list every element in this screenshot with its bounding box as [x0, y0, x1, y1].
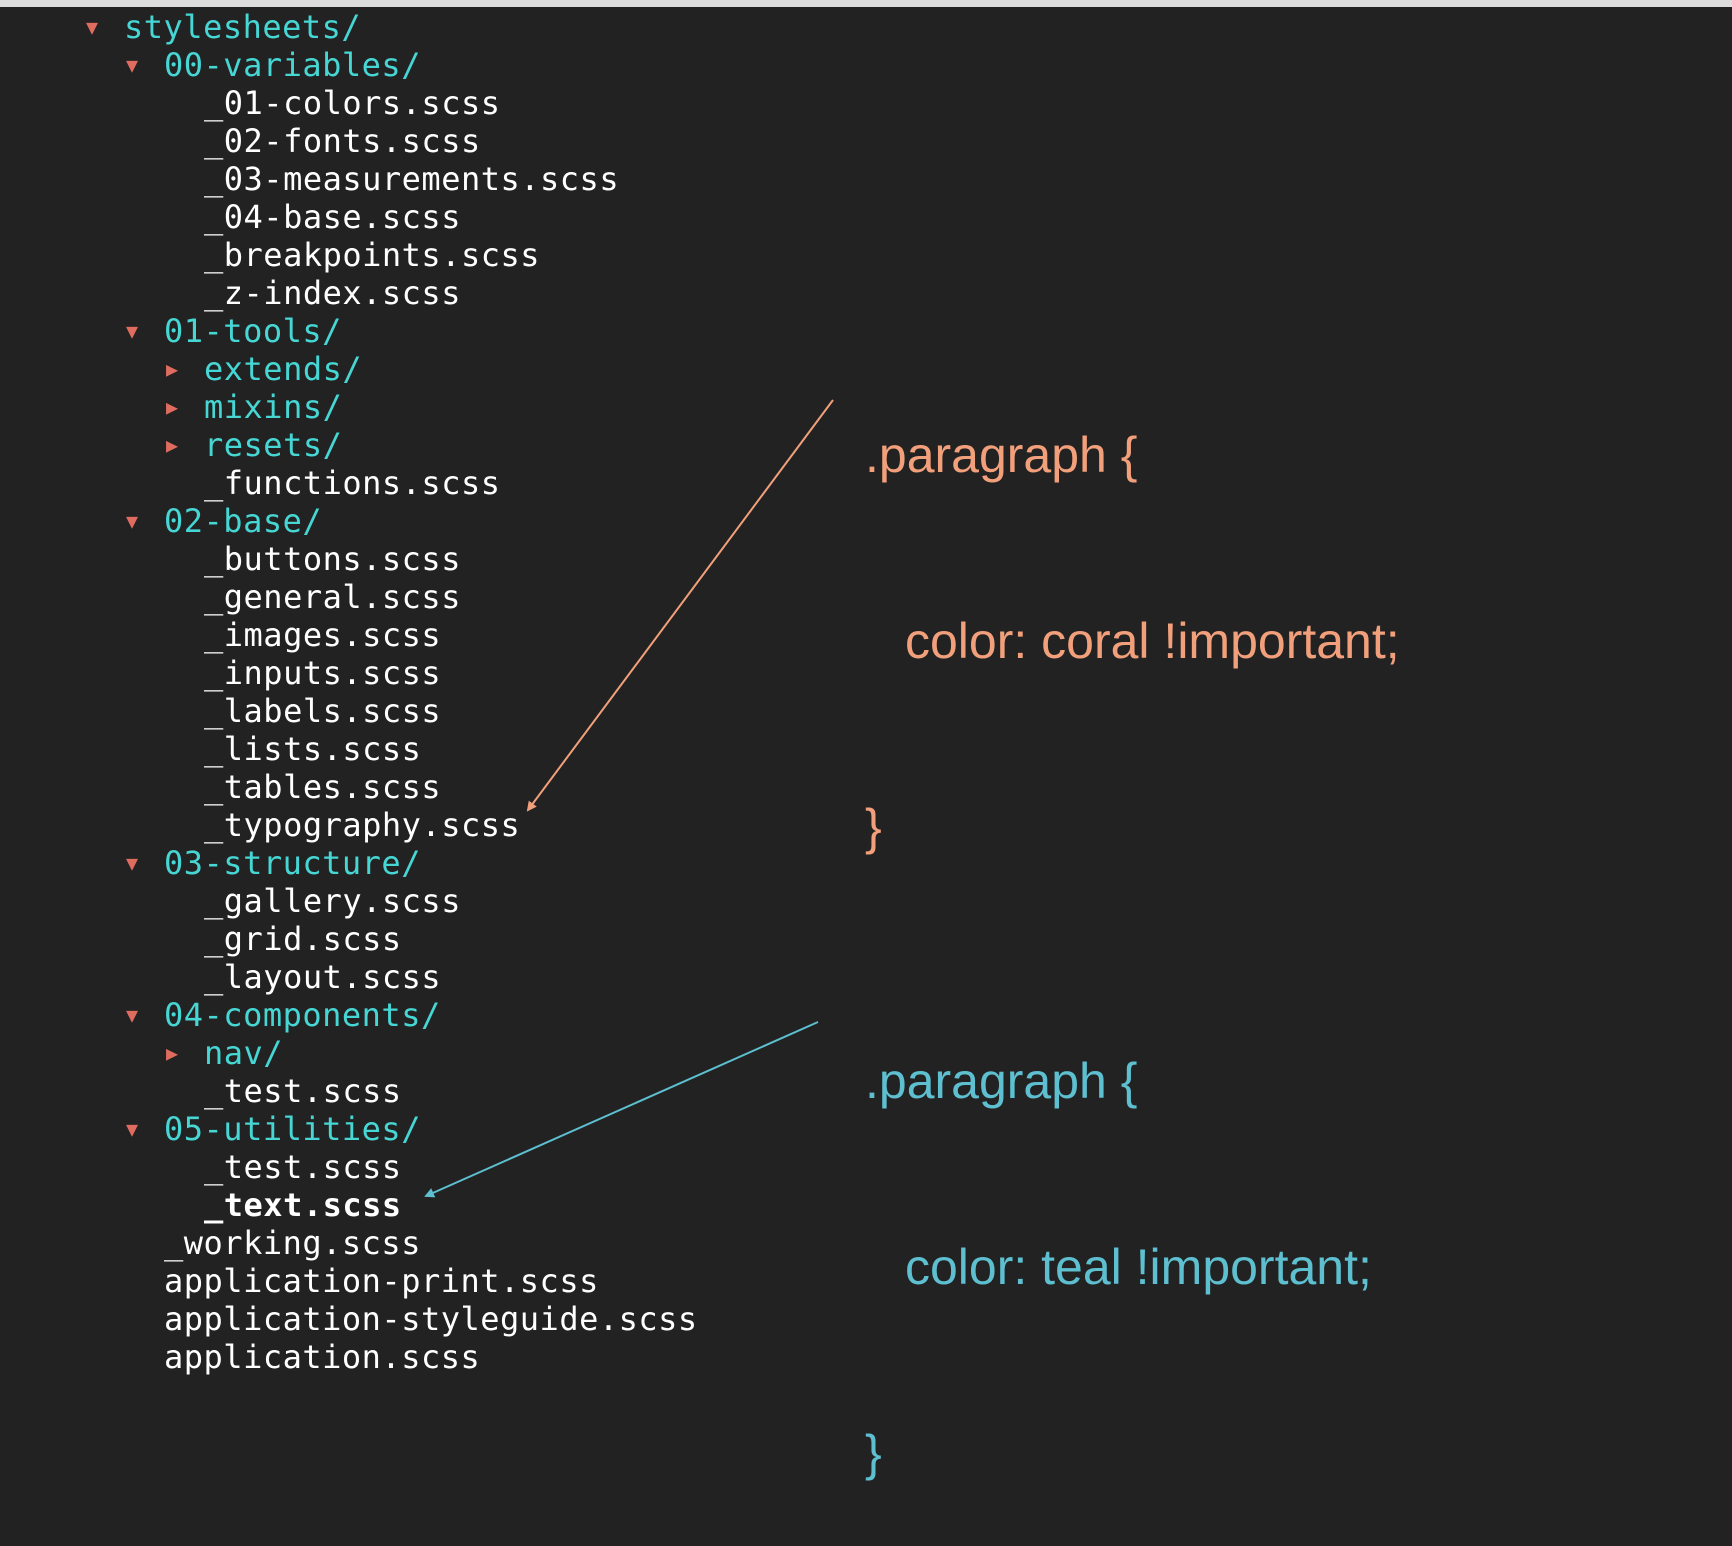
- teal-arrow: [424, 1021, 819, 1198]
- coral-arrow: [526, 399, 834, 812]
- teal-close-brace: }: [865, 1425, 882, 1481]
- annotation-arrows: [424, 399, 834, 1198]
